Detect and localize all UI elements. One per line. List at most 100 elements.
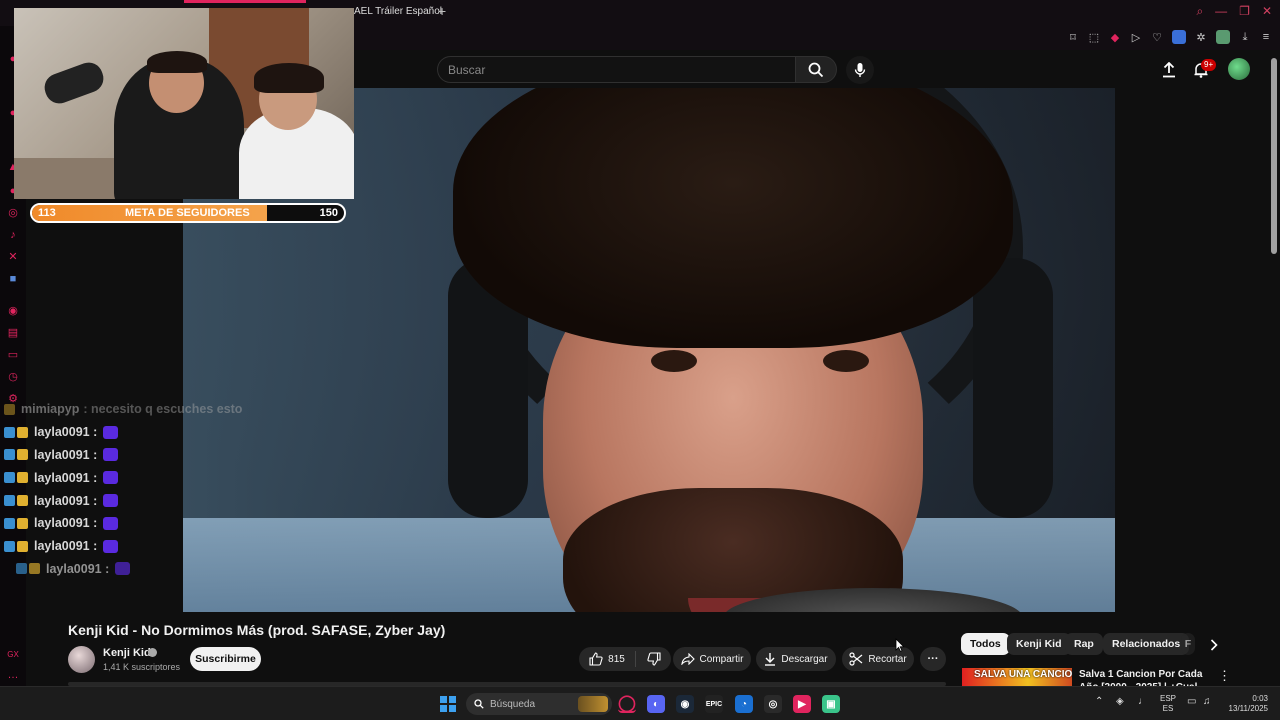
history-icon[interactable]: ◷ [6, 370, 20, 384]
search-icon [808, 62, 824, 77]
chat-username: layla0091 : [34, 425, 98, 440]
close-icon[interactable]: ✕ [1262, 4, 1272, 19]
media-player-icon[interactable]: ▶ [793, 695, 811, 713]
search-tabs-icon[interactable]: ⌕ [1196, 4, 1203, 19]
chat-message: mimiapyp : necesito q escuches esto [4, 398, 264, 421]
channel-avatar[interactable] [68, 646, 95, 673]
chip-relacionados[interactable]: Relacionados [1103, 633, 1190, 655]
chat-username: layla0091 : [34, 493, 98, 508]
clock-time: 0:03 [1252, 694, 1268, 703]
profile-icon[interactable] [1216, 30, 1230, 44]
share-button[interactable]: Compartir [673, 647, 751, 671]
tray-vpn-icon[interactable]: ◈ [1116, 696, 1124, 707]
chip-kenji-kid[interactable]: Kenji Kid [1007, 633, 1071, 655]
chat-emote-icon [115, 562, 131, 576]
instagram-icon[interactable]: ◎ [6, 206, 20, 220]
snapshot-icon[interactable]: ⬚ [1088, 31, 1100, 44]
video-eye-left [651, 350, 697, 372]
chat-emote-icon [103, 425, 119, 439]
chip-todos[interactable]: Todos [961, 633, 1010, 655]
search-button[interactable] [795, 56, 837, 83]
download-icon[interactable]: ⤓ [1239, 31, 1251, 44]
prime-badge-icon [4, 517, 15, 529]
chat-username: layla0091 : [46, 561, 110, 576]
subscribe-button[interactable]: Suscribirme [190, 647, 261, 671]
menu-icon[interactable]: ≡ [1260, 31, 1272, 43]
window-controls: ⌕ — ❐ ✕ [1196, 4, 1272, 19]
tray-overflow-icon[interactable]: ⌃ [1095, 696, 1103, 707]
chat-message: layla0091 : [4, 489, 264, 512]
voice-search-button[interactable] [846, 56, 874, 84]
windows-logo-icon [449, 696, 456, 703]
dislike-button[interactable] [641, 652, 661, 666]
minimize-icon[interactable]: — [1215, 4, 1227, 19]
heart-icon[interactable]: ♡ [1151, 31, 1163, 44]
more-actions-button[interactable]: ··· [920, 647, 946, 671]
search-field[interactable] [437, 56, 795, 83]
chat-username: layla0091 : [34, 470, 98, 485]
browser-tab-title[interactable]: AEL Tráiler Español [354, 6, 442, 17]
recommendation-menu-button[interactable]: ⋮ [1218, 668, 1231, 684]
tray-microphone-icon[interactable]: ♩ [1138, 696, 1148, 707]
more-actions-label: ··· [927, 653, 939, 665]
webcam-person-left-hair [147, 51, 207, 73]
subscriber-badge-icon [29, 563, 40, 575]
mouse-cursor-icon [895, 638, 905, 652]
pinboard-icon[interactable]: ▤ [6, 326, 20, 340]
edge-icon[interactable]: ◔ [735, 695, 753, 713]
recommendation-thumbnail[interactable]: SALVA UNA CANCION [962, 668, 1072, 686]
like-button[interactable]: 815 [589, 651, 636, 667]
chat-message: layla0091 : [4, 444, 264, 467]
chat-username: mimiapyp [21, 402, 80, 417]
epic-games-icon[interactable]: EPIC [705, 695, 723, 713]
extension-icon[interactable] [1172, 30, 1186, 44]
video-eye-right [823, 350, 869, 372]
maximize-icon[interactable]: ❐ [1239, 4, 1250, 19]
new-tab-button[interactable]: + [438, 3, 446, 19]
taskbar-search[interactable]: Búsqueda [466, 693, 612, 715]
puzzle-icon[interactable]: ✲ [1195, 31, 1207, 44]
create-button[interactable] [1158, 59, 1180, 81]
chat-emote-icon [103, 539, 119, 553]
steam-icon[interactable]: ◉ [676, 695, 694, 713]
app-icon[interactable]: ▣ [822, 695, 840, 713]
language-indicator[interactable]: ESP ES [1160, 694, 1176, 714]
clip-label: Recortar [868, 653, 907, 665]
subscriber-count: 1,41 K suscriptores [103, 662, 181, 672]
channel-name[interactable]: Kenji Kid [103, 647, 151, 659]
windows-logo-icon [440, 696, 447, 703]
download-button[interactable]: Descargar [756, 647, 836, 671]
page-scrollbar[interactable] [1271, 58, 1277, 254]
discord-icon[interactable]: ◐ [647, 695, 665, 713]
recommendation-thumbnail-text: SALVA UNA CANCION [974, 669, 1072, 680]
x-icon[interactable]: ✕ [6, 250, 20, 264]
chips-next-button[interactable] [1205, 636, 1223, 654]
more-icon[interactable]: … [6, 668, 20, 682]
search-input[interactable] [438, 57, 795, 82]
network-icon[interactable]: ▭ [1187, 696, 1196, 707]
windows-start-button[interactable] [440, 696, 456, 712]
obs-icon[interactable]: ◎ [764, 695, 782, 713]
pocket-icon[interactable]: ◆ [1109, 31, 1121, 44]
volume-icon[interactable]: ♫ [1203, 696, 1211, 707]
chat-message: layla0091 : [4, 535, 264, 558]
share-icon [680, 653, 695, 665]
subscriber-badge-icon [17, 517, 28, 529]
account-avatar[interactable] [1228, 58, 1250, 80]
gx-icon[interactable]: GX [6, 648, 20, 662]
app-icon[interactable]: ■ [6, 272, 20, 286]
wallet-icon[interactable]: ▭ [6, 348, 20, 362]
subscriber-badge-icon [4, 403, 15, 415]
system-clock[interactable]: 0:03 13/11/2025 [1226, 694, 1268, 714]
play-icon[interactable]: ▷ [1130, 31, 1142, 44]
chip-rap[interactable]: Rap [1065, 633, 1103, 655]
opera-gx-icon[interactable]: ◯ [618, 695, 636, 713]
chat-overlay: mimiapyp : necesito q escuches esto layl… [4, 398, 264, 580]
chip-partial[interactable]: F [1181, 633, 1195, 655]
windows-taskbar [0, 686, 1280, 720]
bookmark-icon[interactable]: ⌑ [1067, 31, 1079, 44]
music-icon[interactable]: ◉ [6, 304, 20, 318]
chevron-right-icon [1210, 639, 1218, 651]
recommendation-title[interactable]: Salva 1 Cancion Por Cada Año [2000 - 202… [1079, 668, 1209, 686]
tiktok-icon[interactable]: ♪ [6, 228, 20, 242]
